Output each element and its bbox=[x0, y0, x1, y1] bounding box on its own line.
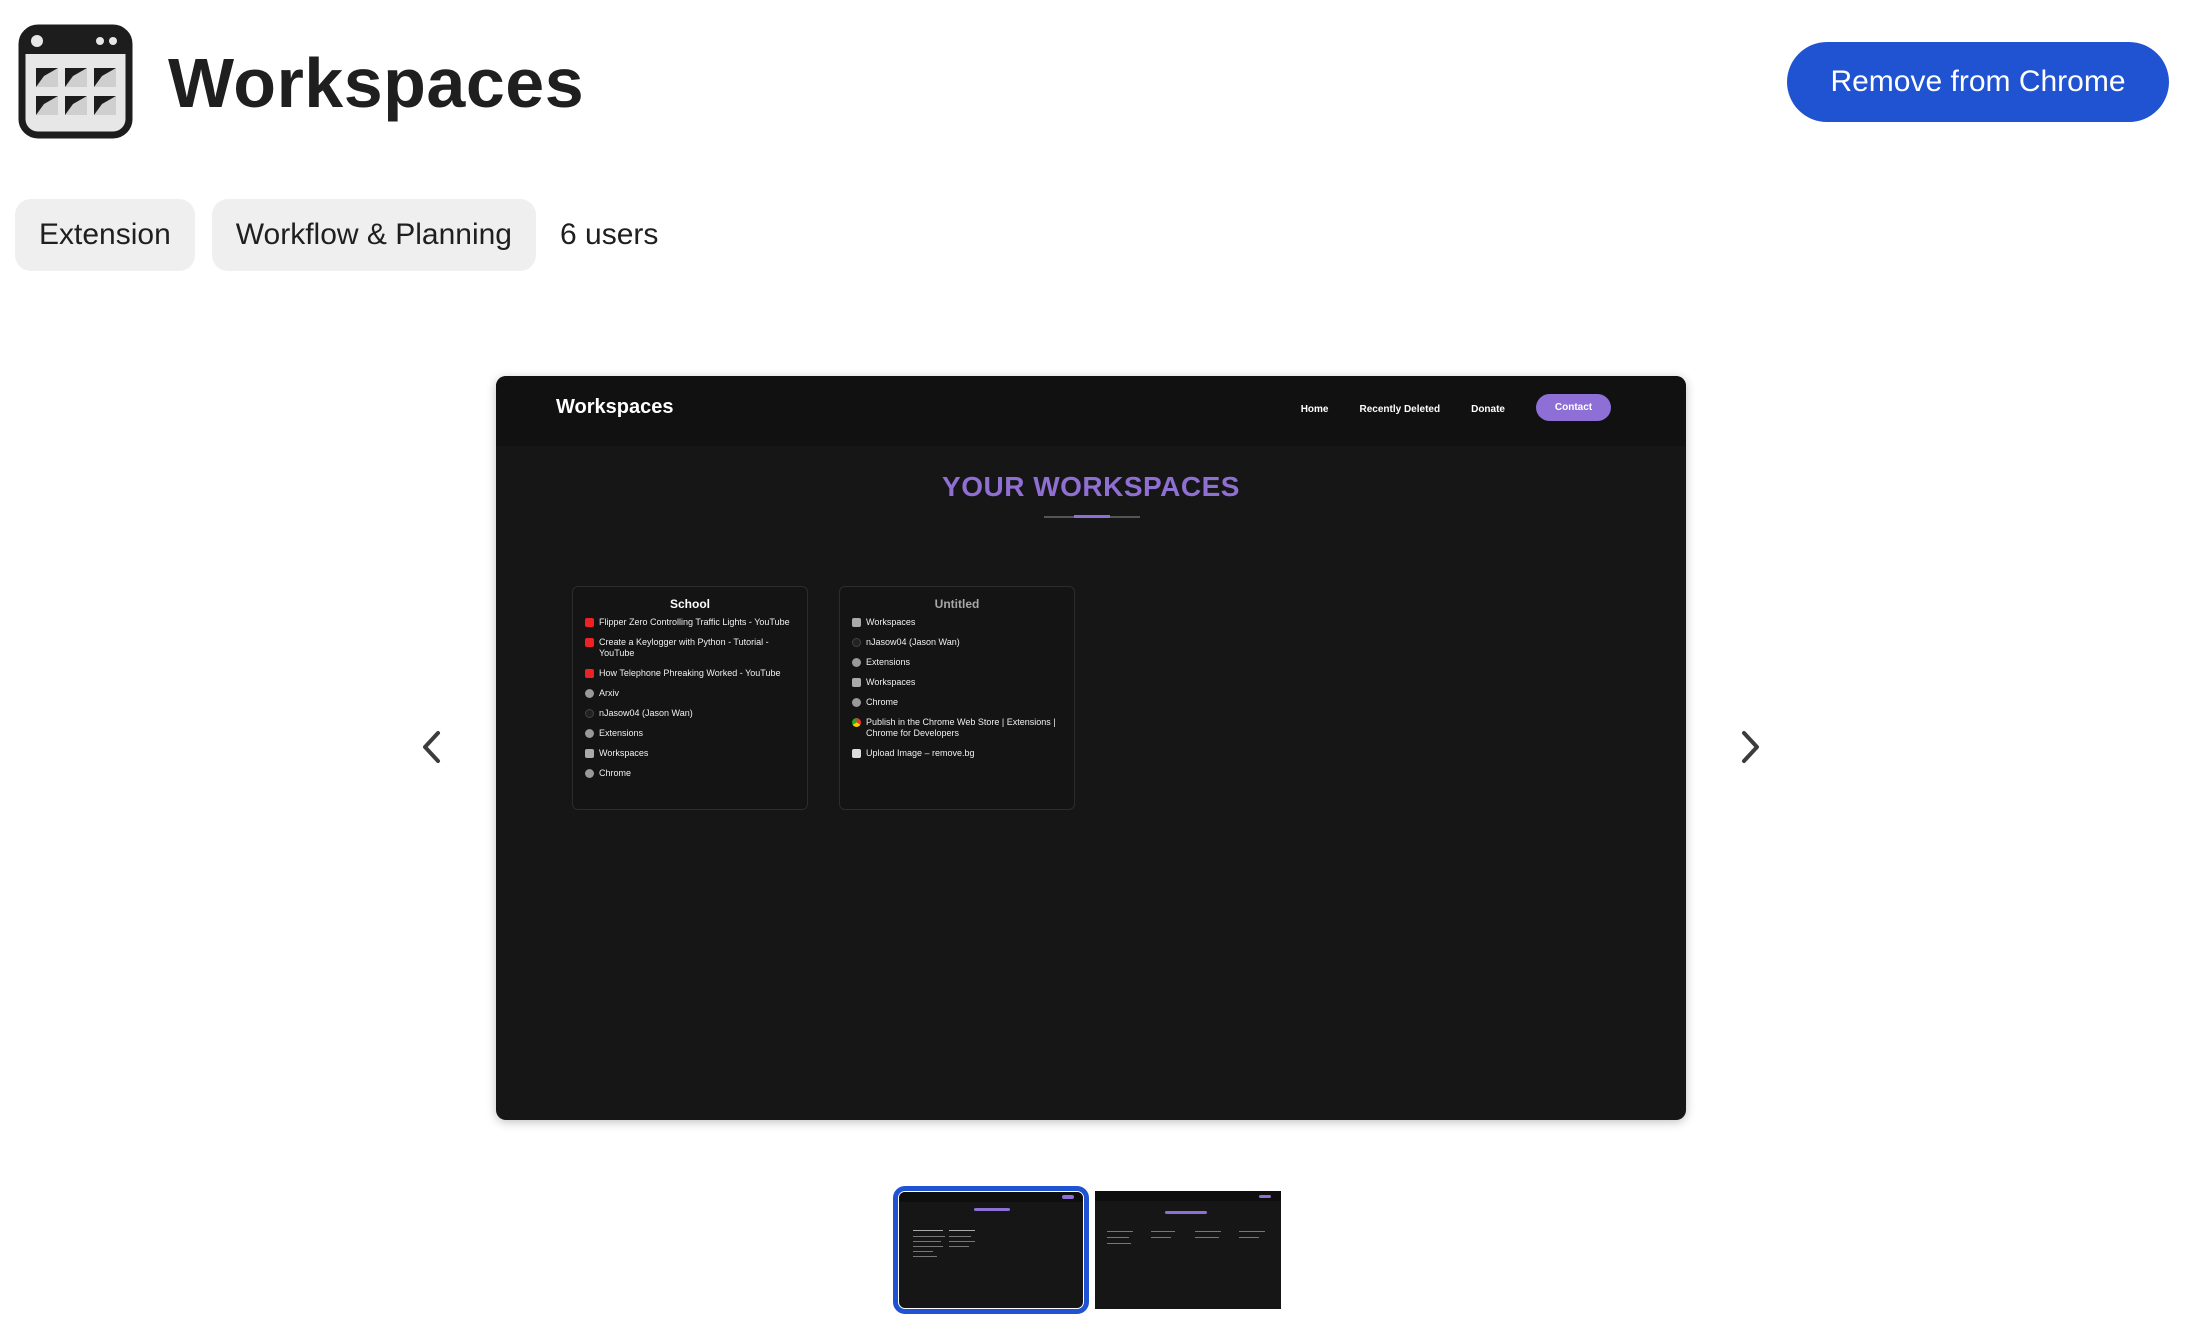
list-item: Arxiv bbox=[585, 688, 795, 699]
list-item: Workspaces bbox=[852, 677, 1062, 688]
workspace-card: Untitled Workspaces nJasow04 (Jason Wan)… bbox=[839, 586, 1075, 810]
list-item-label: Workspaces bbox=[866, 617, 916, 627]
thumbnail-1[interactable] bbox=[893, 1186, 1089, 1314]
chrome-web-store-icon bbox=[852, 718, 861, 727]
list-item: nJasow04 (Jason Wan) bbox=[852, 637, 1062, 648]
list-item-label: Extensions bbox=[599, 728, 644, 738]
list-item: How Telephone Phreaking Worked - YouTube bbox=[585, 668, 795, 679]
list-item-label: Workspaces bbox=[599, 748, 649, 758]
browser-grid-icon bbox=[18, 24, 133, 139]
category-chip[interactable]: Workflow & Planning bbox=[211, 199, 536, 271]
listing-header: Workspaces Remove from Chrome bbox=[0, 0, 2186, 170]
workspaces-icon bbox=[852, 678, 861, 687]
globe-icon bbox=[585, 729, 594, 738]
workspace-title: School bbox=[669, 597, 710, 611]
list-item-label: Workspaces bbox=[866, 677, 916, 687]
listing-meta: Extension Workflow & Planning 6 users bbox=[15, 199, 658, 271]
list-item-label: Arxiv bbox=[599, 688, 619, 698]
list-item: Create a Keylogger with Python - Tutoria… bbox=[585, 637, 795, 659]
list-item: Flipper Zero Controlling Traffic Lights … bbox=[585, 617, 795, 628]
page-title: Workspaces bbox=[168, 44, 585, 122]
slide-heading: YOUR WORKSPACES bbox=[942, 471, 1240, 502]
github-icon bbox=[585, 709, 594, 718]
list-item-label: Extensions bbox=[866, 657, 911, 667]
list-item: Extensions bbox=[585, 728, 795, 739]
list-item-label: Chrome bbox=[866, 697, 899, 707]
youtube-icon bbox=[585, 638, 594, 647]
slide-nav-donate: Donate bbox=[1471, 404, 1505, 415]
heading-divider-accent bbox=[1074, 515, 1110, 518]
list-item-label: Upload Image – remove.bg bbox=[866, 748, 975, 758]
workspace-card: School Flipper Zero Controlling Traffic … bbox=[572, 586, 808, 810]
globe-icon bbox=[585, 769, 594, 778]
slide-nav-home: Home bbox=[1300, 404, 1329, 415]
globe-icon bbox=[852, 698, 861, 707]
remove-bg-icon bbox=[852, 749, 861, 758]
youtube-icon bbox=[585, 618, 594, 627]
workspace-title: Untitled bbox=[934, 597, 980, 611]
chevron-right-icon[interactable] bbox=[1730, 722, 1770, 772]
slide-nav-recently-deleted: Recently Deleted bbox=[1359, 404, 1441, 415]
list-item: Extensions bbox=[852, 657, 1062, 668]
user-count: 6 users bbox=[560, 218, 659, 251]
youtube-icon bbox=[585, 669, 594, 678]
screenshot-carousel: Workspaces Home Recently Deleted Donate … bbox=[0, 370, 2186, 1130]
list-item: Chrome bbox=[852, 697, 1062, 708]
carousel-slide: Workspaces Home Recently Deleted Donate … bbox=[496, 376, 1686, 1120]
globe-icon bbox=[585, 689, 594, 698]
type-chip[interactable]: Extension bbox=[15, 199, 195, 271]
list-item: nJasow04 (Jason Wan) bbox=[585, 708, 795, 719]
github-icon bbox=[852, 638, 861, 647]
remove-from-chrome-button[interactable]: Remove from Chrome bbox=[1787, 42, 2169, 122]
list-item: Chrome bbox=[585, 768, 795, 779]
list-item-label: Chrome bbox=[599, 768, 632, 778]
list-item-label: nJasow04 (Jason Wan) bbox=[866, 637, 960, 647]
card-fade bbox=[573, 795, 807, 809]
workspaces-icon bbox=[852, 618, 861, 627]
slide-brand: Workspaces bbox=[556, 396, 674, 418]
list-item: Workspaces bbox=[852, 617, 1062, 628]
list-item-label: Publish in the Chrome Web Store | Extens… bbox=[866, 717, 1056, 738]
slide-navbar: Workspaces Home Recently Deleted Donate … bbox=[496, 376, 1686, 446]
thumbnail-2[interactable] bbox=[1095, 1191, 1281, 1309]
list-item: Workspaces bbox=[585, 748, 795, 759]
chevron-left-icon[interactable] bbox=[412, 722, 452, 772]
list-item: Publish in the Chrome Web Store | Extens… bbox=[852, 717, 1062, 739]
carousel-thumbnails bbox=[893, 1186, 1281, 1314]
list-item-label: Create a Keylogger with Python - Tutoria… bbox=[599, 637, 769, 658]
list-item-label: Flipper Zero Controlling Traffic Lights … bbox=[599, 617, 790, 627]
list-item-label: nJasow04 (Jason Wan) bbox=[599, 708, 693, 718]
slide-nav-contact: Contact bbox=[1536, 394, 1611, 421]
list-item: Upload Image – remove.bg bbox=[852, 748, 1062, 759]
thumbnail-preview bbox=[899, 1192, 1083, 1308]
list-item-label: How Telephone Phreaking Worked - YouTube bbox=[599, 668, 781, 678]
globe-icon bbox=[852, 658, 861, 667]
workspaces-icon bbox=[585, 749, 594, 758]
